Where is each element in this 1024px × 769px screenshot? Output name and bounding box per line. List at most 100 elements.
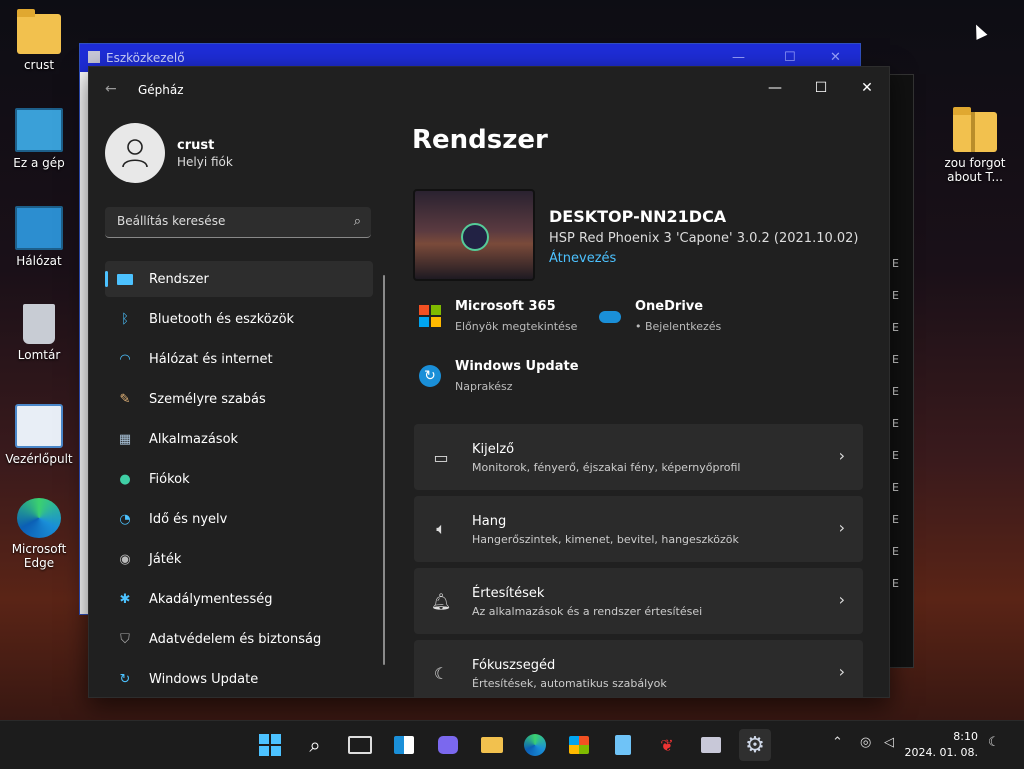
- desktop-icon-crust[interactable]: crust: [1, 9, 77, 72]
- network-globe-icon[interactable]: ◎: [860, 735, 871, 750]
- nav-item-windows-update[interactable]: ↻ Windows Update: [105, 661, 373, 697]
- tile-title: OneDrive: [635, 299, 704, 314]
- device-manager-icon: [88, 51, 100, 63]
- app-title: Gépház: [138, 83, 184, 97]
- nav-item-system[interactable]: Rendszer: [105, 261, 373, 297]
- widgets-icon[interactable]: [388, 729, 420, 761]
- chat-icon[interactable]: [432, 729, 464, 761]
- tile-subtitle: • Bejelentkezés: [635, 320, 722, 333]
- tree-expander-icon[interactable]: E: [892, 417, 899, 430]
- nav-item-privacy-security[interactable]: ⛉ Adatvédelem és biztonság: [105, 621, 373, 657]
- card-notifications[interactable]: 🔔︎ Értesítések Az alkalmazások és a rend…: [414, 568, 863, 634]
- nav-item-label: Fiókok: [149, 471, 190, 487]
- desktop-icon-recycle-bin[interactable]: Lomtár: [1, 304, 77, 362]
- nav-item-accounts[interactable]: ● Fiókok: [105, 461, 373, 497]
- person-icon: ●: [119, 471, 131, 487]
- apps-icon: ▦: [118, 431, 132, 447]
- device-manager-icon[interactable]: [695, 729, 727, 761]
- notepad-icon[interactable]: [607, 729, 639, 761]
- speaker-muted-icon[interactable]: ◁: [884, 735, 894, 750]
- device-manager-title: Eszközkezelő: [106, 51, 185, 65]
- control-panel-icon: [15, 404, 63, 448]
- maximize-icon[interactable]: ☐: [799, 73, 843, 103]
- nav-item-gaming[interactable]: ◉ Játék: [105, 541, 373, 577]
- focus-moon-icon[interactable]: ☾: [988, 735, 1000, 750]
- chevron-right-icon: ›: [838, 518, 845, 537]
- back-arrow-icon[interactable]: ←: [105, 81, 117, 97]
- card-title: Értesítések: [472, 586, 545, 601]
- tree-expander-icon[interactable]: E: [892, 321, 899, 334]
- settings-gear-icon[interactable]: ⚙: [739, 729, 771, 761]
- laptop-icon: ▭: [433, 447, 449, 467]
- search-icon[interactable]: ⌕: [299, 729, 331, 761]
- card-display[interactable]: ▭ Kijelző Monitorok, fényerő, éjszakai f…: [414, 424, 863, 490]
- nav-item-label: Adatvédelem és biztonság: [149, 631, 322, 647]
- app-icon[interactable]: ❦: [651, 729, 683, 761]
- desktop-icon-zip-folder[interactable]: zou forgot about T...: [937, 107, 1013, 184]
- desktop-icon-control-panel[interactable]: Vezérlőpult: [1, 404, 77, 466]
- nav-item-network[interactable]: ◠ Hálózat és internet: [105, 341, 373, 377]
- task-view-icon[interactable]: [344, 729, 376, 761]
- minimize-icon[interactable]: —: [732, 50, 745, 65]
- settings-nav: Rendszer ᛒ Bluetooth és eszközök ◠ Hálóz…: [105, 261, 373, 697]
- tile-subtitle: Előnyök megtekintése: [455, 320, 578, 333]
- nav-item-label: Rendszer: [149, 271, 209, 287]
- user-profile[interactable]: crust Helyi fiók: [105, 123, 233, 183]
- maximize-icon[interactable]: ☐: [784, 50, 796, 65]
- settings-search-input[interactable]: [115, 213, 339, 229]
- nav-item-bluetooth[interactable]: ᛒ Bluetooth és eszközök: [105, 301, 373, 337]
- card-sound[interactable]: 🔈︎ Hang Hangerőszintek, kimenet, bevitel…: [414, 496, 863, 562]
- desktop-icon-edge[interactable]: Microsoft Edge: [1, 498, 77, 570]
- store-icon[interactable]: [563, 729, 595, 761]
- card-subtitle: Az alkalmazások és a rendszer értesítése…: [472, 605, 703, 618]
- speaker-icon: 🔈︎: [436, 519, 446, 538]
- card-subtitle: Értesítések, automatikus szabályok: [472, 677, 667, 690]
- cloud-icon: [599, 311, 621, 323]
- device-name: DESKTOP-NN21DCA: [549, 207, 727, 226]
- chevron-up-icon[interactable]: ⌃: [832, 735, 843, 750]
- search-icon[interactable]: ⌕: [354, 214, 361, 229]
- clock-date: 2024. 01. 08.: [904, 746, 978, 759]
- tile-onedrive[interactable]: OneDrive • Bejelentkezés: [599, 299, 721, 333]
- nav-item-personalization[interactable]: ✎ Személyre szabás: [105, 381, 373, 417]
- desktop-icon-this-pc[interactable]: Ez a gép: [1, 108, 77, 170]
- tree-expander-icon[interactable]: E: [892, 513, 899, 526]
- clock[interactable]: 8:10 2024. 01. 08.: [905, 729, 978, 761]
- tree-expander-icon[interactable]: E: [892, 577, 899, 590]
- nav-item-accessibility[interactable]: ✱ Akadálymentesség: [105, 581, 373, 617]
- desktop-icon-label: Vezérlőpult: [5, 452, 73, 466]
- minimize-icon[interactable]: —: [753, 73, 797, 103]
- settings-search-box[interactable]: ⌕: [105, 207, 371, 238]
- tree-expander-icon[interactable]: E: [892, 257, 899, 270]
- card-subtitle: Hangerőszintek, kimenet, bevitel, hanges…: [472, 533, 739, 546]
- close-icon[interactable]: ✕: [830, 50, 841, 65]
- tree-expander-icon[interactable]: E: [892, 385, 899, 398]
- tree-expander-icon[interactable]: E: [892, 353, 899, 366]
- settings-titlebar[interactable]: ← Gépház — ☐ ✕: [89, 67, 889, 113]
- desktop-icon-network[interactable]: Hálózat: [1, 206, 77, 268]
- tree-expander-icon[interactable]: E: [892, 449, 899, 462]
- shield-icon: ⛉: [120, 631, 130, 647]
- rename-link[interactable]: Átnevezés: [549, 251, 616, 266]
- chevron-right-icon: ›: [838, 446, 845, 465]
- start-button[interactable]: [254, 729, 286, 761]
- tile-windows-update[interactable]: ↻ Windows Update Naprakész: [419, 359, 579, 393]
- tree-expander-icon[interactable]: E: [892, 481, 899, 494]
- tree-expander-icon[interactable]: E: [892, 545, 899, 558]
- nav-item-time-language[interactable]: ◔ Idő és nyelv: [105, 501, 373, 537]
- nav-item-apps[interactable]: ▦ Alkalmazások: [105, 421, 373, 457]
- file-explorer-icon[interactable]: [476, 729, 508, 761]
- edge-icon[interactable]: [519, 729, 551, 761]
- tree-expander-icon[interactable]: E: [892, 289, 899, 302]
- close-icon[interactable]: ✕: [845, 73, 889, 103]
- settings-window[interactable]: ← Gépház — ☐ ✕ crust Helyi fiók ⌕ Rendsz…: [88, 66, 890, 698]
- tile-subtitle: Naprakész: [455, 380, 513, 393]
- brush-icon: ✎: [119, 391, 131, 407]
- nav-scrollbar[interactable]: [383, 275, 385, 665]
- card-focus-assist[interactable]: ☾ Fókuszsegéd Értesítések, automatikus s…: [414, 640, 863, 697]
- nav-item-label: Windows Update: [149, 671, 259, 687]
- windows-logo-icon: [259, 734, 281, 756]
- nav-item-label: Alkalmazások: [149, 431, 239, 447]
- tile-microsoft-365[interactable]: Microsoft 365 Előnyök megtekintése: [419, 299, 577, 333]
- zip-folder-icon: [953, 107, 997, 152]
